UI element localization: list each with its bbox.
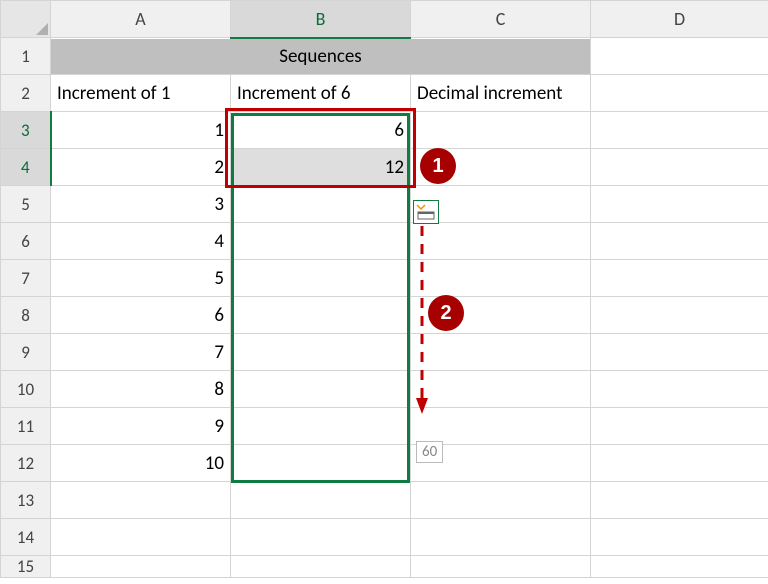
row-header-14[interactable]: 14: [1, 519, 51, 556]
cell-B12[interactable]: [231, 445, 411, 482]
cell-D6[interactable]: [591, 223, 768, 260]
row-header-3[interactable]: 3: [1, 112, 51, 149]
row-header-12[interactable]: 12: [1, 445, 51, 482]
cell-B9[interactable]: [231, 334, 411, 371]
spreadsheet-grid[interactable]: A B C D 1 Sequences 2 Increment of 1 Inc…: [0, 0, 768, 578]
cell-B2[interactable]: Increment of 6: [231, 75, 411, 112]
cell-C6[interactable]: [411, 223, 591, 260]
cell-C9[interactable]: [411, 334, 591, 371]
cell-D10[interactable]: [591, 371, 768, 408]
cell-D9[interactable]: [591, 334, 768, 371]
fill-preview-tooltip: 60: [416, 441, 443, 463]
col-header-A[interactable]: A: [51, 1, 231, 38]
col-header-B[interactable]: B: [231, 1, 411, 38]
cell-C13[interactable]: [411, 482, 591, 519]
cell-C2[interactable]: Decimal increment: [411, 75, 591, 112]
cell-B11[interactable]: [231, 408, 411, 445]
cell-B5[interactable]: [231, 186, 411, 223]
cell-D3[interactable]: [591, 112, 768, 149]
cell-D12[interactable]: [591, 445, 768, 482]
cell-B14[interactable]: [231, 519, 411, 556]
cell-B8[interactable]: [231, 297, 411, 334]
cell-D14[interactable]: [591, 519, 768, 556]
cell-C4[interactable]: [411, 149, 591, 186]
row-header-4[interactable]: 4: [1, 149, 51, 186]
autofill-options-button[interactable]: [413, 200, 439, 224]
cell-C15[interactable]: [411, 556, 591, 578]
spreadsheet-viewport: A B C D 1 Sequences 2 Increment of 1 Inc…: [0, 0, 768, 584]
row-header-6[interactable]: 6: [1, 223, 51, 260]
autofill-icon: [416, 204, 436, 220]
cell-A6[interactable]: 4: [51, 223, 231, 260]
cell-B13[interactable]: [231, 482, 411, 519]
cell-D13[interactable]: [591, 482, 768, 519]
cell-B15[interactable]: [231, 556, 411, 578]
cell-B6[interactable]: [231, 223, 411, 260]
cell-D7[interactable]: [591, 260, 768, 297]
cell-C7[interactable]: [411, 260, 591, 297]
cell-A2[interactable]: Increment of 1: [51, 75, 231, 112]
row-header-1[interactable]: 1: [1, 38, 51, 75]
cell-B7[interactable]: [231, 260, 411, 297]
cell-D11[interactable]: [591, 408, 768, 445]
cell-C14[interactable]: [411, 519, 591, 556]
cell-B10[interactable]: [231, 371, 411, 408]
cell-D5[interactable]: [591, 186, 768, 223]
cell-A10[interactable]: 8: [51, 371, 231, 408]
cell-D1[interactable]: [591, 38, 768, 75]
row-header-10[interactable]: 10: [1, 371, 51, 408]
row-header-15[interactable]: 15: [1, 556, 51, 578]
select-all-corner[interactable]: [1, 1, 51, 38]
cell-A14[interactable]: [51, 519, 231, 556]
cell-D4[interactable]: [591, 149, 768, 186]
row-header-9[interactable]: 9: [1, 334, 51, 371]
cell-B4[interactable]: 12: [231, 149, 411, 186]
row-header-13[interactable]: 13: [1, 482, 51, 519]
cell-B3[interactable]: 6: [231, 112, 411, 149]
cell-A4[interactable]: 2: [51, 149, 231, 186]
col-header-C[interactable]: C: [411, 1, 591, 38]
annotation-drag-arrow: [414, 226, 434, 416]
cell-C11[interactable]: [411, 408, 591, 445]
cell-A11[interactable]: 9: [51, 408, 231, 445]
cell-title[interactable]: Sequences: [51, 38, 591, 75]
row-header-7[interactable]: 7: [1, 260, 51, 297]
cell-C3[interactable]: [411, 112, 591, 149]
row-header-8[interactable]: 8: [1, 297, 51, 334]
row-header-5[interactable]: 5: [1, 186, 51, 223]
cell-A15[interactable]: [51, 556, 231, 578]
cell-A12[interactable]: 10: [51, 445, 231, 482]
cell-D8[interactable]: [591, 297, 768, 334]
row-header-11[interactable]: 11: [1, 408, 51, 445]
cell-A9[interactable]: 7: [51, 334, 231, 371]
col-header-D[interactable]: D: [591, 1, 768, 38]
cell-C10[interactable]: [411, 371, 591, 408]
row-header-2[interactable]: 2: [1, 75, 51, 112]
cell-A13[interactable]: [51, 482, 231, 519]
cell-A8[interactable]: 6: [51, 297, 231, 334]
cell-C8[interactable]: [411, 297, 591, 334]
cell-A5[interactable]: 3: [51, 186, 231, 223]
cell-A3[interactable]: 1: [51, 112, 231, 149]
cell-D15[interactable]: [591, 556, 768, 578]
cell-A7[interactable]: 5: [51, 260, 231, 297]
cell-D2[interactable]: [591, 75, 768, 112]
